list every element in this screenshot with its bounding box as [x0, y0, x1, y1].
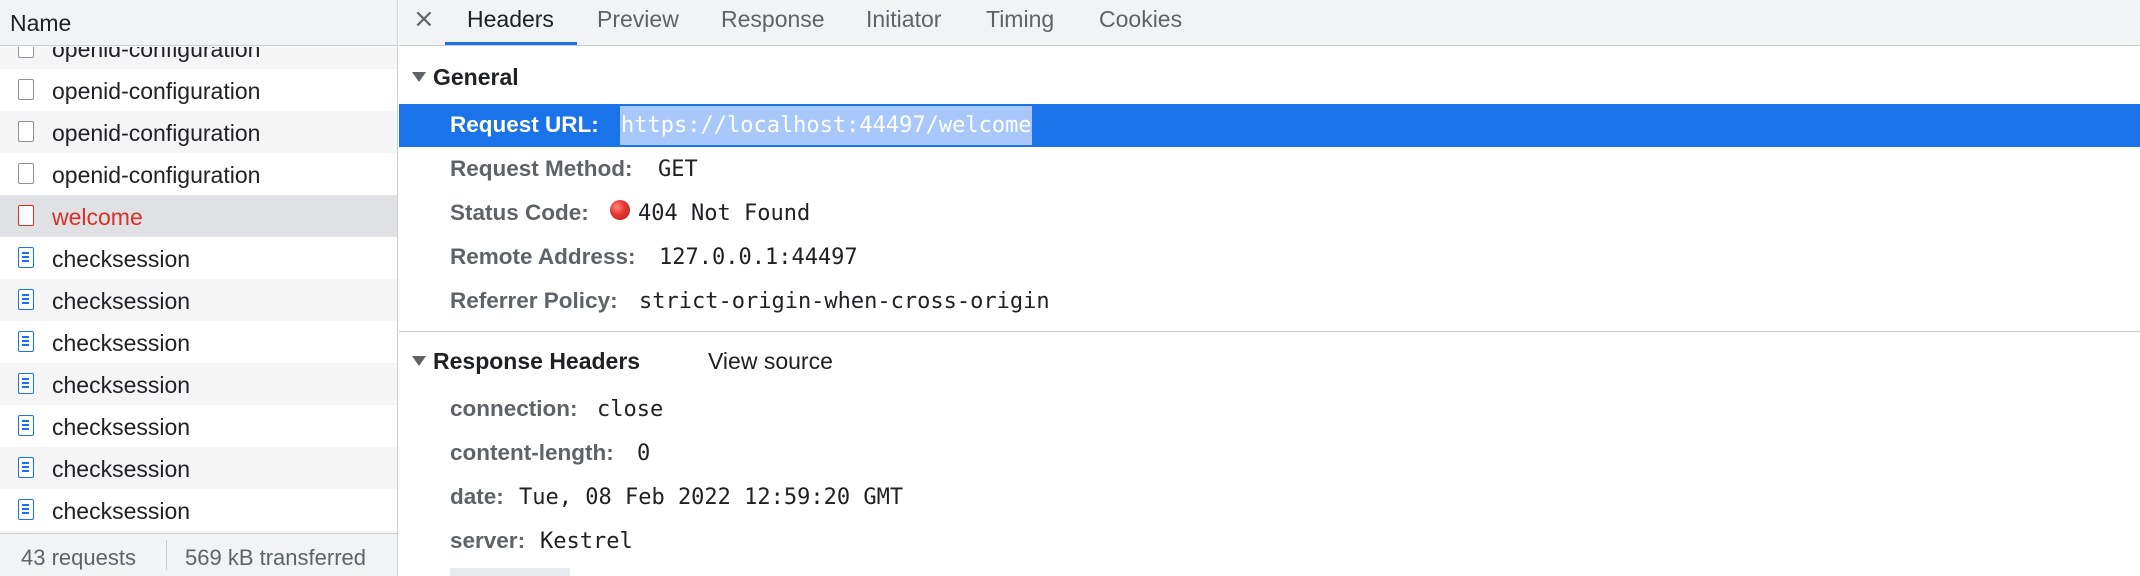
request-method-label: Request Method: [450, 156, 633, 181]
active-tab-indicator [445, 42, 577, 45]
close-icon[interactable]: × [413, 4, 435, 34]
header-key-content-length: content-length: [450, 440, 614, 465]
request-name: openid-configuration [52, 162, 261, 188]
file-icon [18, 163, 34, 184]
request-row-checksession[interactable]: checksession [0, 405, 397, 447]
view-source-link[interactable]: View source [708, 348, 833, 375]
request-name: welcome [52, 204, 143, 230]
tab-initiator[interactable]: Initiator [866, 6, 941, 33]
request-row-openid-configuration[interactable]: openid-configuration [0, 47, 397, 69]
header-value-connection: close [597, 397, 664, 422]
document-icon [18, 415, 34, 436]
request-row-checksession[interactable]: checksession [0, 447, 397, 489]
summary-bar: 43 requests 569 kB transferred [0, 533, 397, 576]
request-name: openid-configuration [52, 78, 261, 104]
status-code-label: Status Code: [450, 200, 589, 225]
document-icon [18, 499, 34, 520]
remote-address-value: 127.0.0.1:44497 [659, 245, 858, 270]
header-key-date: date: [450, 484, 504, 509]
name-column-header[interactable]: Name [0, 0, 397, 46]
header-value-content-length: 0 [637, 441, 651, 466]
remote-address-label: Remote Address: [450, 244, 636, 269]
tab-headers[interactable]: Headers [467, 6, 554, 33]
request-row-openid-configuration[interactable]: openid-configuration [0, 69, 397, 111]
tab-response[interactable]: Response [721, 6, 825, 33]
request-method-value: GET [658, 157, 698, 182]
document-icon [18, 331, 34, 352]
request-name: checksession [52, 414, 191, 440]
request-list-panel: Name openid-configuration openid-configu… [0, 0, 398, 576]
file-icon [18, 47, 34, 58]
tab-preview[interactable]: Preview [597, 6, 679, 33]
collapse-triangle-icon[interactable] [412, 72, 426, 82]
header-key-connection: connection: [450, 396, 578, 421]
request-row-openid-configuration[interactable]: openid-configuration [0, 153, 397, 195]
document-icon [18, 373, 34, 394]
file-icon [18, 121, 34, 142]
request-name: openid-configuration [52, 47, 261, 62]
request-row-checksession[interactable]: checksession [0, 489, 397, 531]
request-details-panel: × Headers Preview Response Initiator Tim… [399, 0, 2140, 576]
request-row-openid-configuration[interactable]: openid-configuration [0, 111, 397, 153]
referrer-policy-value: strict-origin-when-cross-origin [639, 289, 1050, 314]
header-key-server: server: [450, 528, 526, 553]
request-name: checksession [52, 498, 191, 524]
header-value-date: Tue, 08 Feb 2022 12:59:20 GMT [519, 485, 904, 510]
request-name: checksession [52, 330, 191, 356]
tab-cookies[interactable]: Cookies [1099, 6, 1182, 33]
response-headers-section-title[interactable]: Response Headers [433, 348, 640, 375]
request-url-value[interactable]: https://localhost:44497/welcome [621, 113, 1032, 138]
general-section-title[interactable]: General [433, 64, 519, 91]
status-code-value: 404 Not Found [638, 201, 811, 226]
request-count: 43 requests [21, 545, 136, 570]
transferred-size: 569 kB transferred [185, 545, 366, 570]
request-row-welcome[interactable]: welcome [0, 195, 397, 237]
document-icon [18, 247, 34, 268]
request-name: checksession [52, 456, 191, 482]
partially-visible-row [450, 568, 570, 576]
section-divider [399, 331, 2140, 332]
document-icon [18, 289, 34, 310]
request-rows: openid-configuration openid-configuratio… [0, 47, 397, 533]
document-icon [18, 457, 34, 478]
request-row-checksession[interactable]: checksession [0, 237, 397, 279]
request-name: checksession [52, 246, 191, 272]
request-row-checksession[interactable]: checksession [0, 363, 397, 405]
referrer-policy-label: Referrer Policy: [450, 288, 618, 313]
error-file-icon [18, 205, 34, 226]
request-url-label: Request URL: [450, 112, 599, 137]
name-column-label: Name [10, 10, 72, 36]
request-name: checksession [52, 372, 191, 398]
file-icon [18, 79, 34, 100]
error-status-icon [610, 200, 630, 220]
request-name: openid-configuration [52, 120, 261, 146]
request-row-checksession[interactable]: checksession [0, 321, 397, 363]
collapse-triangle-icon[interactable] [412, 356, 426, 366]
details-tab-bar: × Headers Preview Response Initiator Tim… [399, 0, 2140, 46]
request-row-checksession[interactable]: checksession [0, 279, 397, 321]
header-value-server: Kestrel [540, 529, 633, 554]
request-name: checksession [52, 288, 191, 314]
summary-divider [166, 540, 167, 570]
tab-timing[interactable]: Timing [986, 6, 1054, 33]
